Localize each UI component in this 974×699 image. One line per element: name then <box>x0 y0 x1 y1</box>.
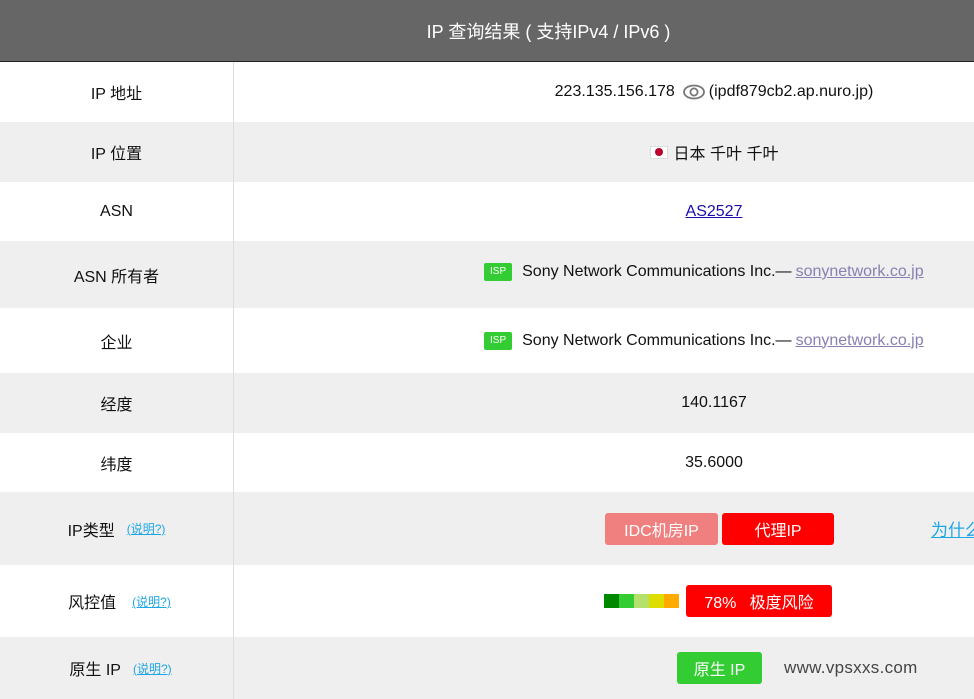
label-ip-address: IP 地址 <box>0 62 234 122</box>
label-risk: 风控值 (说明?) <box>0 565 234 637</box>
hostname-value: (ipdf879cb2.ap.nuro.jp) <box>708 83 874 100</box>
isp-badge: ISP <box>484 331 513 350</box>
native-ip-explain-link[interactable]: (说明?) <box>133 660 172 677</box>
label-longitude: 经度 <box>0 373 234 433</box>
value-asn-owner: ISP Sony Network Communications Inc.— so… <box>234 236 974 308</box>
row-asn: ASN AS2527 <box>0 182 974 241</box>
proxy-tag: 代理IP <box>722 512 834 545</box>
row-native-ip: 原生 IP (说明?) 原生 IP www.vpsxxs.com <box>0 637 974 699</box>
row-ip-location: IP 位置 日本 千叶 千叶 <box>0 122 974 182</box>
asn-link[interactable]: AS2527 <box>686 203 743 221</box>
native-ip-label: 原生 IP <box>69 662 121 679</box>
asn-owner-name: Sony Network Communications Inc.— <box>522 263 792 280</box>
value-enterprise: ISP Sony Network Communications Inc.— so… <box>234 308 974 373</box>
watermark: www.vpsxxs.com <box>784 658 918 677</box>
latitude-value: 35.6000 <box>685 453 743 471</box>
risk-scale-segment <box>604 594 619 608</box>
native-ip-tag: 原生 IP <box>677 652 762 684</box>
enterprise-domain-link[interactable]: sonynetwork.co.jp <box>796 332 924 350</box>
risk-scale-segment <box>649 594 664 608</box>
risk-label: 风控值 <box>68 595 117 612</box>
value-latitude: 35.6000 <box>234 433 974 492</box>
asn-owner-domain-link[interactable]: sonynetwork.co.jp <box>796 263 924 281</box>
value-ip-location: 日本 千叶 千叶 <box>234 122 974 182</box>
label-asn-owner: ASN 所有者 <box>0 241 234 308</box>
value-risk: 78% 极度风险 <box>234 565 974 637</box>
japan-flag-icon <box>649 145 668 159</box>
value-longitude: 140.1167 <box>234 373 974 433</box>
page-title: IP 查询结果 ( 支持IPv4 / IPv6 ) <box>426 21 671 42</box>
idc-tag: IDC机房IP <box>605 512 718 545</box>
row-ip-address: IP 地址 223.135.156.178 (ipdf879cb2.ap.nur… <box>0 62 974 122</box>
risk-score-tag: 78% 极度风险 <box>686 585 832 617</box>
risk-scale-segment <box>634 594 649 608</box>
label-enterprise: 企业 <box>0 308 234 373</box>
value-asn: AS2527 <box>234 182 974 241</box>
location-value: 日本 千叶 千叶 <box>673 146 779 163</box>
value-ip-type: IDC机房IP 代理IP 为什么 <box>234 492 974 565</box>
enterprise-name: Sony Network Communications Inc.— <box>522 331 792 349</box>
label-asn: ASN <box>0 182 234 241</box>
label-latitude: 纬度 <box>0 433 234 492</box>
label-native-ip: 原生 IP (说明?) <box>0 637 234 699</box>
label-ip-type: IP类型 (说明?) <box>0 492 234 565</box>
row-risk: 风控值 (说明?) 78% 极度风险 <box>0 565 974 637</box>
risk-scale-segment <box>619 594 634 608</box>
why-link[interactable]: 为什么 <box>931 516 974 541</box>
risk-explain-link[interactable]: (说明?) <box>132 593 171 610</box>
value-ip-address: 223.135.156.178 (ipdf879cb2.ap.nuro.jp) <box>234 62 974 122</box>
eye-icon[interactable] <box>682 84 705 100</box>
row-enterprise: 企业 ISP Sony Network Communications Inc.—… <box>0 308 974 373</box>
row-longitude: 经度 140.1167 <box>0 373 974 433</box>
value-native-ip: 原生 IP www.vpsxxs.com <box>234 637 974 699</box>
row-asn-owner: ASN 所有者 ISP Sony Network Communications … <box>0 241 974 308</box>
ip-type-explain-link[interactable]: (说明?) <box>127 520 166 537</box>
label-ip-location: IP 位置 <box>0 122 234 182</box>
ip-value: 223.135.156.178 <box>554 83 675 100</box>
isp-badge: ISP <box>484 263 513 281</box>
ip-type-label: IP类型 <box>67 522 115 540</box>
row-ip-type: IP类型 (说明?) IDC机房IP 代理IP 为什么 <box>0 492 974 565</box>
longitude-value: 140.1167 <box>681 394 747 411</box>
risk-scale-segment <box>664 594 679 608</box>
row-latitude: 纬度 35.6000 <box>0 433 974 492</box>
results-header: IP 查询结果 ( 支持IPv4 / IPv6 ) <box>0 0 974 62</box>
risk-scale <box>604 594 679 608</box>
